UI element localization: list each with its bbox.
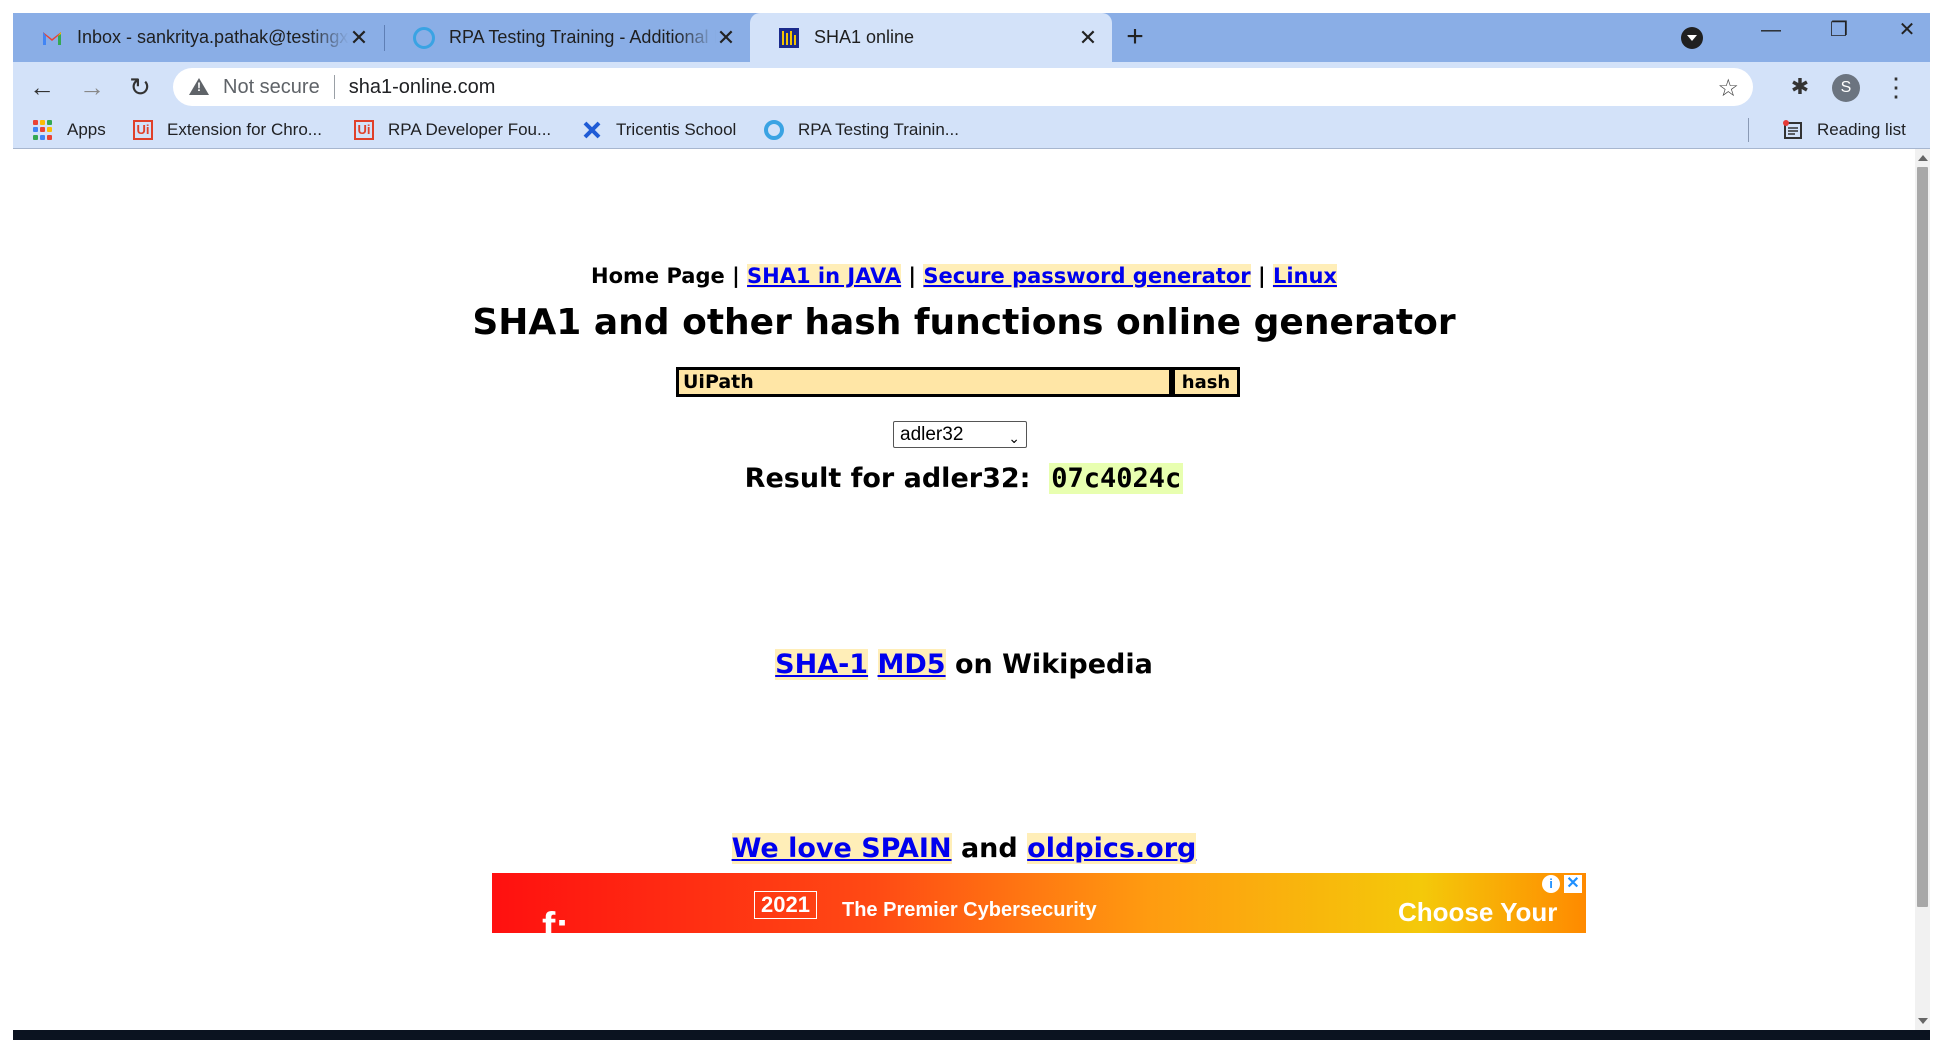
adchoices-icon[interactable]: i [1542,875,1560,893]
algorithm-value: adler32 [900,424,964,445]
warning-icon[interactable] [189,77,209,97]
bookmark-apps[interactable]: Apps [33,112,106,148]
nav-separator: | [732,264,740,288]
nav-home: Home Page [591,264,725,288]
tab-rpa-training[interactable]: RPA Testing Training - Additional Resour… [385,13,750,62]
ring-icon [764,120,784,140]
bookmark-star-icon[interactable]: ☆ [1717,74,1739,103]
apps-grid-icon [33,120,53,140]
oldpics-link[interactable]: oldpics.org [1027,833,1197,864]
tab-search-icon[interactable] [1681,27,1703,49]
wikipedia-links: SHA-1 MD5 on Wikipedia [13,649,1915,680]
back-button[interactable]: ← [25,70,59,104]
divider [333,75,335,99]
nav-link-sha1-java[interactable]: SHA1 in JAVA [747,264,902,288]
scrollbar-thumb[interactable] [1917,167,1928,907]
bookmark-rpa-developer[interactable]: Ui RPA Developer Fou... [354,112,551,148]
profile-avatar[interactable]: S [1832,74,1860,102]
nav-link-linux[interactable]: Linux [1272,264,1337,288]
result-line: Result for adler32: 07c4024c [13,463,1915,494]
uipath-icon: Ui [133,120,153,140]
promo-links: We love SPAIN and oldpics.org [13,833,1915,864]
new-tab-button[interactable]: + [1117,19,1153,55]
bookmark-tricentis[interactable]: Tricentis School [582,112,736,148]
close-icon[interactable]: ✕ [349,25,369,51]
close-icon[interactable]: ✕ [1564,875,1582,893]
scroll-up-icon[interactable] [1918,155,1928,161]
reading-list-icon [1783,120,1802,139]
taskbar-edge [13,1030,1930,1040]
divider [1748,118,1749,142]
page-viewport: Home Page | SHA1 in JAVA | Secure passwo… [13,149,1915,1030]
url-text[interactable]: sha1-online.com [349,76,496,99]
security-label[interactable]: Not secure [223,76,320,99]
nav-link-password-generator[interactable]: Secure password generator [923,264,1251,288]
top-nav: Home Page | SHA1 in JAVA | Secure passwo… [13,264,1915,288]
menu-icon[interactable]: ⋮ [1879,70,1913,104]
bookmark-label: RPA Developer Fou... [388,120,552,139]
spain-link[interactable]: We love SPAIN [731,833,952,864]
extensions-icon[interactable]: ✱ [1783,70,1817,104]
scroll-down-icon[interactable] [1918,1018,1928,1024]
wiki-link-sha1[interactable]: SHA-1 [775,649,869,680]
restore-button[interactable]: ❐ [1809,13,1869,47]
bookmark-label: RPA Testing Trainin... [798,120,959,139]
algorithm-select[interactable]: adler32 ⌄ [893,421,1027,448]
result-value: 07c4024c [1049,463,1184,494]
tab-title: RPA Testing Training - Additional Resour… [449,27,716,47]
reload-button[interactable]: ↻ [123,70,157,104]
reading-list-label: Reading list [1817,120,1906,139]
hash-form: hash [676,367,1240,399]
ad-logo-icon: f: [542,905,569,933]
bookmarks-bar: Apps Ui Extension for Chro... Ui RPA Dev… [13,112,1930,149]
bookmark-label: Tricentis School [616,120,737,139]
tab-strip: Inbox - sankritya.pathak@testingxperts.c… [13,13,1930,62]
scrollbar[interactable] [1915,149,1930,1030]
address-bar[interactable]: Not secure sha1-online.com ☆ [173,68,1753,106]
tab-title: SHA1 online [814,27,915,47]
gmail-icon [43,31,61,45]
and-text: and [960,833,1018,864]
close-icon[interactable]: ✕ [1078,25,1098,51]
bookmark-rpa-testing[interactable]: RPA Testing Trainin... [764,112,959,148]
tab-gmail[interactable]: Inbox - sankritya.pathak@testingxperts.c… [13,13,383,62]
tab-sha1-online[interactable]: SHA1 online ✕ [750,13,1112,62]
nav-separator: | [1257,264,1266,288]
ad-year: 2021 [754,891,817,919]
sha1-site-icon [779,27,799,48]
page-title: SHA1 and other hash functions online gen… [472,302,1456,343]
ad-banner[interactable]: f: 2021 The Premier Cybersecurity Choose… [492,873,1586,933]
reading-list-button[interactable]: Reading list [1783,112,1906,148]
chevron-down-icon: ⌄ [1008,430,1020,446]
ring-icon [413,26,435,49]
minimize-button[interactable]: — [1741,13,1801,47]
forward-button[interactable]: → [75,70,109,104]
bookmark-label: Apps [67,120,106,139]
result-label: Result for adler32: [744,463,1031,494]
hash-button[interactable]: hash [1172,367,1240,397]
wiki-link-md5[interactable]: MD5 [877,649,946,680]
window-close-button[interactable]: ✕ [1877,13,1930,47]
ad-cta[interactable]: Choose Your [1398,897,1557,928]
tab-title: Inbox - sankritya.pathak@testingxperts.c… [77,27,349,47]
toolbar: ← → ↻ Not secure sha1-online.com ☆ ✱ S ⋮ [13,62,1930,112]
ad-text: The Premier Cybersecurity [842,899,1097,921]
bookmark-extension[interactable]: Ui Extension for Chro... [133,112,322,148]
nav-separator: | [908,264,917,288]
tricentis-icon [583,121,601,139]
wiki-suffix: on Wikipedia [954,649,1153,680]
uipath-icon: Ui [354,120,374,140]
close-icon[interactable]: ✕ [716,25,736,51]
bookmark-label: Extension for Chro... [167,120,322,139]
hash-input[interactable] [676,367,1172,397]
browser-window: Inbox - sankritya.pathak@testingxperts.c… [13,13,1930,1030]
